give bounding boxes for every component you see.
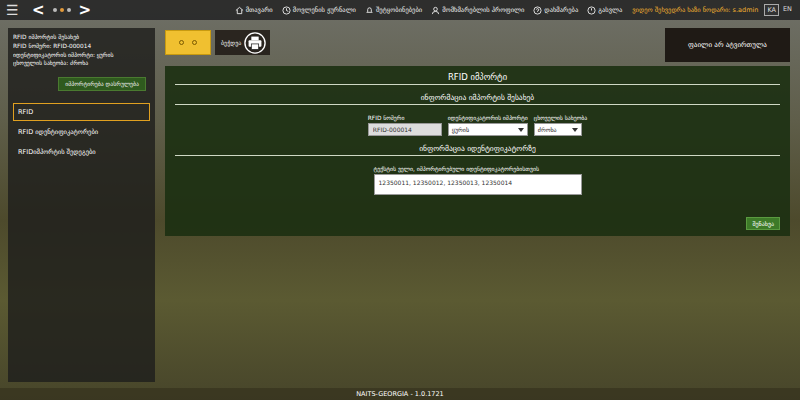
identifiers-textarea[interactable]: [374, 174, 582, 195]
fields-row: RFID ნომერი იდენტიფიკატორის იმპორტი ყურისც…: [175, 115, 780, 136]
sidebar: RFID იმპორტის შესახებRFID ნომერი: RFID-0…: [8, 28, 155, 382]
language-option[interactable]: KA: [764, 4, 779, 16]
forward-button[interactable]: >: [77, 3, 94, 18]
menu-icon[interactable]: ☰: [6, 3, 24, 17]
nav-label: დახმარება: [544, 6, 578, 14]
power-icon: [587, 6, 596, 15]
info-line: იდენტიფიკატორის იმპორტი: ყურის: [13, 52, 150, 60]
sidebar-item[interactable]: RFID: [13, 103, 150, 121]
nav-label: მომხმარებლის პროფილი: [442, 6, 524, 14]
rfid-import-panel: RFID იმპორტიინფორმაცია იმპორტის შესახებ R…: [165, 66, 790, 236]
dot: [60, 8, 64, 12]
top-nav: მთავარი მოვლენის ჟურნალი შეტყობინებები მომხ…: [235, 6, 623, 15]
nav-item[interactable]: მთავარი: [235, 6, 273, 15]
content: ბეჭდვაფაილი არ ატვირთულაRFID იმპორტიინფო…: [165, 28, 790, 382]
dots-icon: [53, 8, 71, 12]
rfid-number-input[interactable]: [368, 123, 442, 136]
help-icon: [533, 6, 542, 15]
field-label: ცხოველის სახეობა: [534, 115, 587, 121]
clock-icon: [282, 6, 291, 15]
form-field: ცხოველის სახეობა ძროხა: [534, 115, 587, 136]
file-status: ფაილი არ ატვირთულა: [665, 28, 790, 62]
field-label: RFID ნომერი: [368, 115, 405, 121]
identifier-block: ტექსტის ველი, იმპორტირებული იდენტიფიკატო…: [175, 166, 780, 195]
sidebar-item[interactable]: RFID იდენტიფიკატორები: [13, 123, 150, 141]
section-header: ინფორმაცია იმპორტის შესახებ: [175, 85, 780, 105]
toolbar: ბეჭდვა ფაილი არ ატვირთულა: [165, 28, 790, 63]
dot: [67, 8, 71, 12]
nav-item[interactable]: მომხმარებლის პროფილი: [431, 6, 524, 15]
yellow-button[interactable]: [165, 30, 211, 55]
user-icon: [431, 6, 440, 15]
nav-label: გასვლა: [598, 6, 622, 14]
top-bar: ☰<>მთავარიმოვლენის ჟურნალიშეტყობინებებიმ…: [0, 0, 800, 20]
save-button[interactable]: შენახვა: [746, 217, 780, 230]
circle-icon: [179, 40, 184, 45]
select-field[interactable]: ყურის: [448, 123, 528, 136]
print-button[interactable]: ბეჭდვა: [215, 30, 270, 55]
nav-label: შეტყობინებები: [376, 6, 422, 14]
home-icon: [235, 6, 244, 15]
sidebar-item[interactable]: RFIDიმპორტის შედეგები: [13, 143, 150, 161]
info-line: ცხოველის სახეობა: ძროხა: [13, 60, 150, 68]
field-label: იდენტიფიკატორის იმპორტი: [448, 115, 528, 121]
finish-import-button[interactable]: იმპორტირება დასრულება: [58, 77, 146, 91]
save-bar: შენახვა: [175, 217, 780, 230]
nav-label: მთავარი: [246, 6, 273, 14]
nav-item[interactable]: შეტყობინებები: [365, 6, 422, 15]
form-field: იდენტიფიკატორის იმპორტი ყურის: [448, 115, 528, 136]
dot: [53, 8, 57, 12]
panel-title: RFID იმპორტი: [175, 70, 780, 85]
bell-icon: [365, 6, 374, 15]
back-button[interactable]: <: [30, 3, 47, 18]
language-option[interactable]: EN: [781, 4, 794, 16]
footer: NAITS-GEORGIA - 1.0.1721: [0, 388, 800, 400]
field-label: ტექსტის ველი, იმპორტირებული იდენტიფიკატო…: [374, 166, 582, 172]
nav-label: მოვლენის ჟურნალი: [293, 6, 356, 14]
nav-item[interactable]: მოვლენის ჟურნალი: [282, 6, 356, 15]
nav-item[interactable]: დახმარება: [533, 6, 578, 15]
language-switch: KAEN: [764, 4, 794, 16]
section-header: ინფორმაცია იდენტიფიკატორზე: [175, 136, 780, 156]
info-line: RFID იმპორტის შესახებ: [13, 34, 150, 42]
identifier-field: ტექსტის ველი, იმპორტირებული იდენტიფიკატო…: [374, 166, 582, 195]
nav-item[interactable]: გასვლა: [587, 6, 622, 15]
user-name[interactable]: ვიდეო შეხვედრა ხაზი ნოდარი: s.admin: [632, 6, 758, 14]
info-line: RFID ნომერი: RFID-000014: [13, 43, 150, 51]
circle-icon: [192, 40, 197, 45]
printer-icon: [244, 32, 266, 54]
select-field[interactable]: ძროხა: [534, 123, 582, 136]
form-field: RFID ნომერი: [368, 115, 442, 136]
print-label: ბეჭდვა: [221, 39, 241, 46]
main-area: RFID იმპორტის შესახებRFID ნომერი: RFID-0…: [0, 20, 800, 388]
